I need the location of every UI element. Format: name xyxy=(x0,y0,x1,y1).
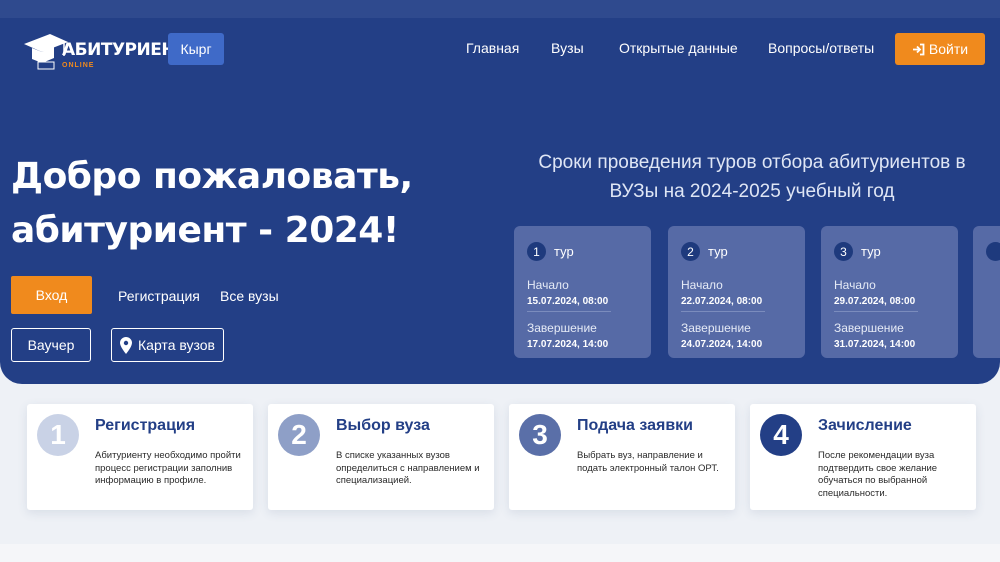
top-strip xyxy=(0,0,1000,18)
hero-section: АБИТУРИЕНТ ONLINE Кырг Главная Вузы Откр… xyxy=(0,18,1000,384)
logo[interactable]: АБИТУРИЕНТ ONLINE xyxy=(24,30,187,78)
step-card: 4 Зачисление После рекомендации вуза под… xyxy=(750,404,976,510)
university-map-label: Карта вузов xyxy=(138,337,215,353)
step-card: 2 Выбор вуза В списке указанных вузов оп… xyxy=(268,404,494,510)
welcome-line-2: абитуриент - 2024! xyxy=(11,210,399,251)
step-title: Регистрация xyxy=(95,417,196,434)
start-value: 22.07.2024, 08:00 xyxy=(681,296,763,307)
start-label: Начало xyxy=(527,278,569,292)
logo-subtext: ONLINE xyxy=(62,62,95,69)
end-label: Завершение xyxy=(681,321,751,335)
nav-home[interactable]: Главная xyxy=(466,40,519,56)
step-description: После рекомендации вуза подтвердить свое… xyxy=(818,450,938,499)
register-link[interactable]: Регистрация xyxy=(118,288,200,304)
step-number: 3 xyxy=(519,414,561,456)
sign-in-icon xyxy=(912,43,925,55)
nav-faq[interactable]: Вопросы/ответы xyxy=(768,40,874,56)
tour-label: тур xyxy=(861,244,881,259)
tour-number: 1 xyxy=(527,242,546,261)
start-label: Начало xyxy=(681,278,723,292)
tour-number: 3 xyxy=(834,242,853,261)
step-number: 2 xyxy=(278,414,320,456)
enter-button[interactable]: Вход xyxy=(11,276,92,314)
start-value: 29.07.2024, 08:00 xyxy=(834,296,916,307)
tour-card: 1 тур Начало 15.07.2024, 08:00 Завершени… xyxy=(514,226,651,358)
tour-number-partial-icon xyxy=(986,242,1000,261)
all-universities-link[interactable]: Все вузы xyxy=(220,288,279,304)
step-card: 3 Подача заявки Выбрать вуз, направление… xyxy=(509,404,735,510)
end-value: 31.07.2024, 14:00 xyxy=(834,339,916,350)
step-title: Выбор вуза xyxy=(336,417,430,434)
map-pin-icon xyxy=(120,336,133,354)
divider xyxy=(834,311,918,312)
step-number: 4 xyxy=(760,414,802,456)
university-map-button[interactable]: Карта вузов xyxy=(111,328,224,362)
end-value: 24.07.2024, 14:00 xyxy=(681,339,763,350)
tour-label: тур xyxy=(708,244,728,259)
start-value: 15.07.2024, 08:00 xyxy=(527,296,609,307)
login-label: Войти xyxy=(928,41,969,57)
end-value: 17.07.2024, 14:00 xyxy=(527,339,609,350)
step-description: Выбрать вуз, направление и подать электр… xyxy=(577,450,719,474)
divider xyxy=(681,311,765,312)
divider xyxy=(527,311,611,312)
step-card: 1 Регистрация Абитуриенту необходимо про… xyxy=(27,404,253,510)
step-title: Зачисление xyxy=(818,417,912,434)
tour-label: тур xyxy=(554,244,574,259)
step-number: 1 xyxy=(37,414,79,456)
step-title: Подача заявки xyxy=(577,417,694,434)
welcome-heading: Добро пожаловать, абитуриент - 2024! xyxy=(11,150,413,258)
nav-universities[interactable]: Вузы xyxy=(551,40,584,56)
welcome-line-1: Добро пожаловать, xyxy=(11,156,413,197)
tour-card-partial xyxy=(973,226,1000,358)
step-description: В списке указанных вузов определиться с … xyxy=(336,450,480,486)
next-section-strip xyxy=(0,544,1000,562)
nav-open-data[interactable]: Открытые данные xyxy=(619,40,738,56)
step-description: Абитуриенту необходимо пройти процесс ре… xyxy=(95,450,241,486)
end-label: Завершение xyxy=(527,321,597,335)
login-button[interactable]: Войти xyxy=(895,33,985,65)
start-label: Начало xyxy=(834,278,876,292)
tour-card: 2 тур Начало 22.07.2024, 08:00 Завершени… xyxy=(668,226,805,358)
tour-card: 3 тур Начало 29.07.2024, 08:00 Завершени… xyxy=(821,226,958,358)
end-label: Завершение xyxy=(834,321,904,335)
language-button[interactable]: Кырг xyxy=(168,33,224,65)
voucher-button[interactable]: Ваучер xyxy=(11,328,91,362)
tours-title: Сроки проведения туров отбора абитуриент… xyxy=(538,152,966,202)
tour-number: 2 xyxy=(681,242,700,261)
